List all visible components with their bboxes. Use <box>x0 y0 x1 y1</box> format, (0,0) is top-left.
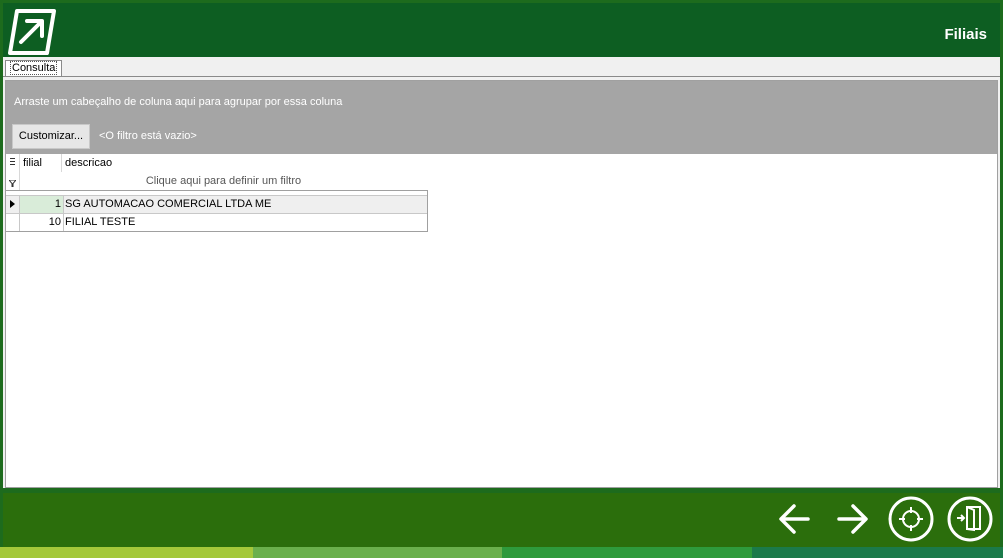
filter-row-hint[interactable]: Clique aqui para definir um filtro <box>19 172 427 190</box>
page-title: Filiais <box>944 26 987 43</box>
arrow-right-icon[interactable] <box>829 496 875 542</box>
customize-button[interactable]: Customizar... <box>12 124 90 149</box>
group-by-panel[interactable]: Arraste um cabeçalho de coluna aqui para… <box>6 81 997 154</box>
table-row[interactable]: 1 SG AUTOMACAO COMERCIAL LTDA ME <box>6 196 427 214</box>
column-header-row: filial descricao <box>6 154 997 172</box>
cell-filial[interactable]: 1 <box>20 196 64 213</box>
cell-descricao[interactable]: SG AUTOMACAO COMERCIAL LTDA ME <box>65 196 271 213</box>
data-grid: Arraste um cabeçalho de coluna aqui para… <box>5 80 998 488</box>
grid-rows: 1 SG AUTOMACAO COMERCIAL LTDA ME 10 FILI… <box>6 190 428 232</box>
row-indicator <box>6 214 20 231</box>
tab-strip: Consulta <box>3 57 1000 79</box>
tab-divider <box>3 76 1000 77</box>
column-chooser-icon[interactable] <box>6 154 20 172</box>
tab-consulta[interactable]: Consulta <box>5 60 63 76</box>
column-header-descricao[interactable]: descricao <box>62 154 425 172</box>
cell-descricao[interactable]: FILIAL TESTE <box>65 214 135 231</box>
accent-stripe-4 <box>752 547 1003 558</box>
crosshair-icon[interactable] <box>888 496 934 542</box>
footer-toolbar <box>3 493 1000 547</box>
header-bar: Filiais <box>3 3 1000 57</box>
accent-stripe-1 <box>0 547 253 558</box>
main-content: Consulta Arraste um cabeçalho de coluna … <box>3 57 1000 488</box>
accent-stripe-2 <box>253 547 502 558</box>
exit-door-icon[interactable] <box>947 496 993 542</box>
row-indicator <box>6 196 20 213</box>
auto-filter-row[interactable]: Clique aqui para definir um filtro <box>6 172 997 190</box>
group-by-hint: Arraste um cabeçalho de coluna aqui para… <box>14 96 343 108</box>
column-header-filial[interactable]: filial <box>20 154 62 172</box>
arrow-left-icon[interactable] <box>772 496 818 542</box>
table-row[interactable]: 10 FILIAL TESTE <box>6 214 427 231</box>
cell-filial[interactable]: 10 <box>20 214 64 231</box>
current-row-arrow-icon <box>10 200 15 208</box>
accent-stripe-3 <box>502 547 752 558</box>
filter-status-text[interactable]: <O filtro está vazio> <box>99 130 197 142</box>
filter-funnel-icon <box>7 178 18 188</box>
arrow-logo-icon <box>7 8 57 56</box>
tab-label: Consulta <box>10 61 58 75</box>
